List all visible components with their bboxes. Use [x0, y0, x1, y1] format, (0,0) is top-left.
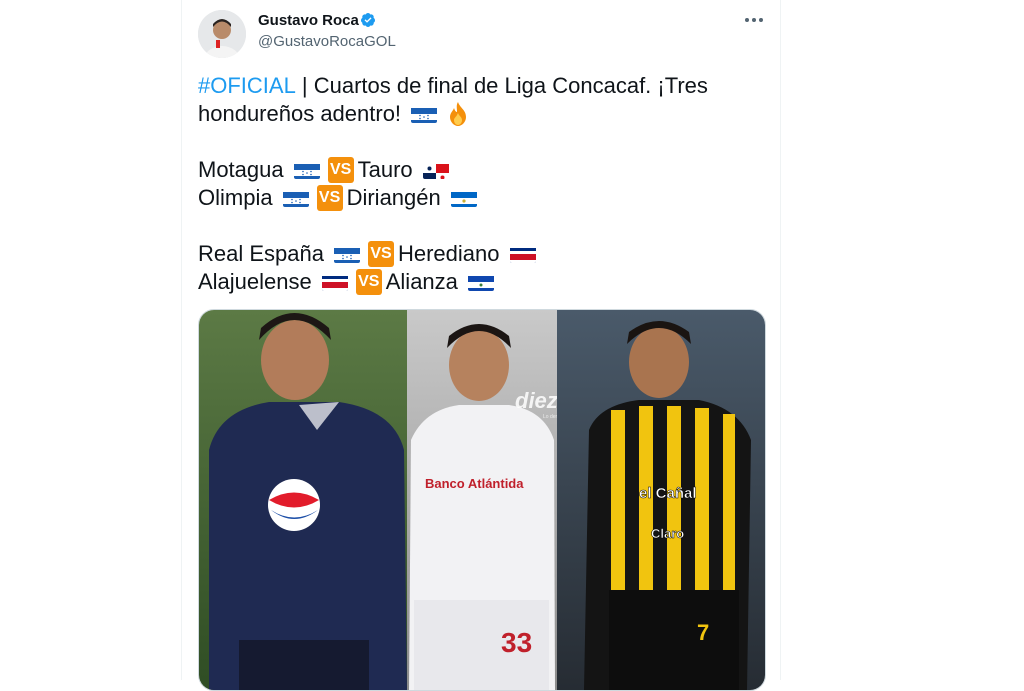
shirt-number-33: 33: [501, 627, 532, 658]
nicaragua-flag-icon: [450, 189, 477, 207]
author-name[interactable]: Gustavo Roca: [258, 12, 359, 29]
team-away: Alianza: [385, 269, 458, 294]
vs-badge: VS: [367, 241, 394, 267]
match-line: Real España VS Herediano: [198, 240, 758, 268]
headline-line-1: #OFICIAL | Cuartos de final de Liga Conc…: [198, 72, 758, 100]
hashtag-link[interactable]: #OFICIAL: [198, 72, 296, 100]
panama-flag-icon: [422, 161, 449, 179]
team-home: Real España: [198, 241, 324, 266]
team-home: Alajuelense: [198, 269, 312, 294]
sponsor-banco-atlantida: Banco Atlántida: [425, 476, 524, 491]
el-salvador-flag-icon: [467, 273, 494, 291]
more-options-icon[interactable]: [742, 8, 766, 32]
tweet-card: Gustavo Roca @GustavoRocaGOL #OFICIAL | …: [181, 0, 781, 691]
honduras-flag-icon: [282, 189, 309, 207]
match-line: Olimpia VS Diriangén: [198, 184, 758, 212]
headline-line-2: hondureños adentro!: [198, 100, 758, 128]
verified-badge-icon: [360, 13, 375, 27]
costa-rica-flag-icon: [321, 273, 348, 291]
author-handle[interactable]: @GustavoRocaGOL: [258, 33, 396, 50]
vs-badge: VS: [355, 269, 382, 295]
fire-emoji-icon: [450, 102, 467, 126]
headline-text-2: hondureños adentro!: [198, 101, 402, 126]
sponsor-claro: Claro: [651, 526, 684, 541]
team-away: Diriangén: [346, 185, 441, 210]
tweet-media-image[interactable]: Banco Atlántida 33 diez.hn Lo demás todo…: [198, 309, 766, 691]
match-line: Alajuelense VS Alianza: [198, 268, 758, 296]
honduras-flag-icon: [293, 161, 320, 179]
vs-badge: VS: [316, 185, 343, 211]
author-avatar[interactable]: [198, 10, 246, 58]
match-line: Motagua VS Tauro: [198, 156, 758, 184]
costa-rica-flag-icon: [509, 245, 536, 263]
team-home: Olimpia: [198, 185, 273, 210]
sponsor-el-canal: el Cañal: [639, 485, 697, 502]
vs-badge: VS: [327, 157, 354, 183]
headline-text: | Cuartos de final de Liga Concacaf. ¡Tr…: [295, 73, 708, 98]
team-away: Herediano: [397, 241, 500, 266]
shirt-number-7: 7: [697, 620, 709, 645]
team-away: Tauro: [357, 157, 413, 182]
honduras-flag-icon: [333, 245, 360, 263]
tweet-text: #OFICIAL | Cuartos de final de Liga Conc…: [198, 72, 758, 296]
team-home: Motagua: [198, 157, 284, 182]
honduras-flag-icon: [411, 105, 438, 123]
